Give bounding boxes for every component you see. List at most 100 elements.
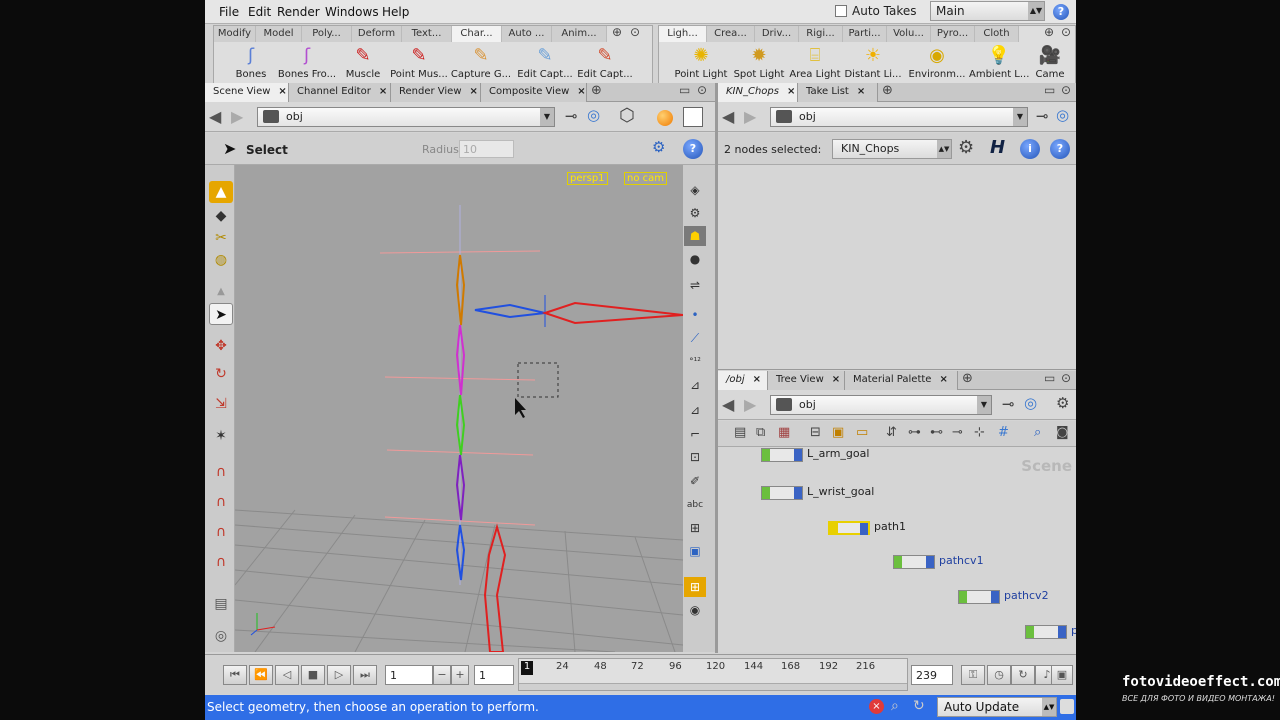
maximize-icon[interactable]: ▭ [679, 83, 690, 97]
radius-input[interactable]: 10 [459, 140, 514, 158]
node-box[interactable] [958, 590, 1000, 604]
menu-help[interactable]: Help [382, 5, 409, 19]
tab-render-view[interactable]: Render View × [391, 83, 481, 102]
pin-icon[interactable]: ⊸ [1036, 107, 1049, 125]
global-settings-icon[interactable]: ▣ [1051, 665, 1073, 685]
realtime-icon[interactable]: ◷ [987, 665, 1011, 685]
grid-icon[interactable]: ▦ [778, 425, 790, 440]
camera-menu[interactable]: persp1 [567, 172, 608, 185]
zoom-icon[interactable]: ⌕ [1034, 425, 1041, 440]
disk-icon[interactable] [1060, 699, 1074, 714]
back-arrow-icon[interactable]: ◀ [722, 395, 734, 414]
node-box[interactable] [1025, 625, 1067, 639]
area-light-tool[interactable]: ⌸ Area Light [785, 43, 845, 83]
link-icon[interactable]: ◎ [1024, 394, 1037, 412]
auto-takes-toggle[interactable]: Auto Takes [835, 4, 917, 18]
scene-viewport[interactable]: persp1 no cam [235, 165, 683, 652]
add-icon[interactable]: ⊕ [612, 25, 622, 39]
shelf-tab[interactable]: Driv... [755, 26, 799, 42]
close-icon[interactable]: × [577, 86, 585, 97]
forward-arrow-icon[interactable]: ▶ [744, 107, 756, 126]
edit-capture-tool-2[interactable]: ✎ Edit Capt... [570, 43, 640, 83]
grid-snap-icon[interactable]: # [998, 425, 1009, 440]
scale-icon[interactable]: ⇲ [209, 393, 233, 415]
layout-tree-icon[interactable]: ⊹ [974, 425, 985, 440]
grid-toggle-icon[interactable]: ⊞ [684, 577, 706, 597]
collapse-arrow-icon[interactable]: ▲ [209, 281, 233, 303]
shelf-tab[interactable]: Poly... [302, 26, 352, 42]
display-option-icon[interactable]: ⊡ [684, 447, 706, 467]
refresh-icon[interactable]: ↻ [913, 698, 925, 714]
layout-icon[interactable]: ⊟ [810, 425, 821, 440]
cone-icon[interactable]: ▲ [209, 181, 233, 203]
camera-tool[interactable]: 🎥 Came [1025, 43, 1075, 83]
network-box-icon[interactable]: ▭ [856, 425, 868, 440]
sticky-note-icon[interactable]: ▣ [832, 425, 844, 440]
connect-icon[interactable]: ⊶ [908, 425, 921, 440]
take-selector[interactable]: Main ▲▼ [930, 1, 1045, 21]
align-icon[interactable]: ⇵ [886, 425, 897, 440]
shelf-tab[interactable]: Pyro... [931, 26, 975, 42]
node-box-selected[interactable] [828, 521, 870, 535]
step-back-key-icon[interactable]: ⏪ [249, 665, 273, 685]
rotate-icon[interactable]: ↻ [209, 363, 233, 385]
brush-icon[interactable]: ▤ [209, 593, 233, 615]
keyframe-icon[interactable]: ⚿ [961, 665, 985, 685]
ambient-light-tool[interactable]: 💡 Ambient L... [969, 43, 1029, 83]
loop-icon[interactable]: ↻ [1011, 665, 1035, 685]
stop-icon[interactable]: ■ [301, 665, 325, 685]
select-icon[interactable]: ➤ [209, 303, 233, 325]
gear-icon[interactable]: ⚙ [958, 137, 974, 158]
add-tab-icon[interactable]: ⊕ [591, 83, 602, 98]
help-icon[interactable]: ? [1053, 4, 1069, 20]
network-editor[interactable]: Scene L_arm_goal L_wrist_goal path1 path… [718, 447, 1076, 652]
shelf-tab[interactable]: Cloth [975, 26, 1019, 42]
update-mode-selector[interactable]: Auto Update ▲▼ [937, 697, 1057, 717]
close-icon[interactable]: × [379, 86, 387, 97]
pane-menu-icon[interactable]: ⊙ [1061, 371, 1071, 385]
node-box[interactable] [761, 486, 803, 500]
tab-scene-view[interactable]: Scene View × [205, 83, 289, 102]
pin-icon[interactable]: ⊸ [1002, 395, 1015, 413]
capture-geometry-tool[interactable]: ✎ Capture G... [446, 43, 516, 83]
shelf-tab[interactable]: Modify [214, 26, 256, 42]
shelf-tab[interactable]: Crea... [707, 26, 755, 42]
auto-takes-checkbox[interactable] [835, 5, 847, 17]
shelf-tab[interactable]: Deform [352, 26, 402, 42]
node-box[interactable] [761, 448, 803, 462]
shelf-tab[interactable]: Text... [402, 26, 452, 42]
numbers-icon[interactable]: °¹² [684, 352, 706, 372]
maximize-icon[interactable]: ▭ [1044, 83, 1055, 97]
point-muscle-tool[interactable]: ✎ Point Mus... [384, 43, 454, 83]
torus-icon[interactable]: ◍ [209, 249, 233, 271]
spot-light-tool[interactable]: ✹ Spot Light [729, 43, 789, 83]
help-icon[interactable]: ? [683, 139, 703, 159]
close-icon[interactable]: × [470, 86, 478, 97]
shelf-tab[interactable]: Model [256, 26, 302, 42]
prim-display-icon[interactable]: ⟋ [684, 328, 706, 348]
jump-start-icon[interactable]: ⏮ [223, 665, 247, 685]
add-icon[interactable]: ⊕ [1044, 25, 1054, 39]
jump-end-icon[interactable]: ⏭ [353, 665, 377, 685]
list-icon[interactable]: ▤ [734, 425, 746, 440]
normals-icon[interactable]: ⊿ [684, 375, 706, 395]
close-icon[interactable]: × [832, 374, 840, 385]
maximize-icon[interactable]: ▭ [1044, 371, 1055, 385]
display-option-icon[interactable]: ✐ [684, 471, 706, 491]
point-light-tool[interactable]: ✺ Point Light [671, 43, 731, 83]
frame-ruler[interactable]: 1 24 48 72 96 120 144 168 192 216 [518, 658, 908, 691]
tab-take-list[interactable]: Take List × [798, 83, 878, 102]
magnet-icon[interactable]: ∩ [209, 521, 233, 543]
decrement-icon[interactable]: − [433, 665, 451, 685]
tab-composite-view[interactable]: Composite View × [481, 83, 587, 102]
camera-select-menu[interactable]: no cam [624, 172, 668, 185]
menu-edit[interactable]: Edit [248, 5, 271, 19]
help-icon[interactable]: ? [1050, 139, 1070, 159]
distant-light-tool[interactable]: ☀ Distant Li... [843, 43, 903, 83]
current-frame-marker[interactable]: 1 [521, 661, 533, 675]
image-icon[interactable]: ▣ [684, 541, 706, 561]
close-icon[interactable]: × [787, 86, 795, 97]
layout-tree-icon[interactable]: ⊷ [930, 425, 943, 440]
tab-kin-chops[interactable]: KIN_Chops × [718, 83, 798, 102]
error-icon[interactable]: × [869, 699, 884, 714]
